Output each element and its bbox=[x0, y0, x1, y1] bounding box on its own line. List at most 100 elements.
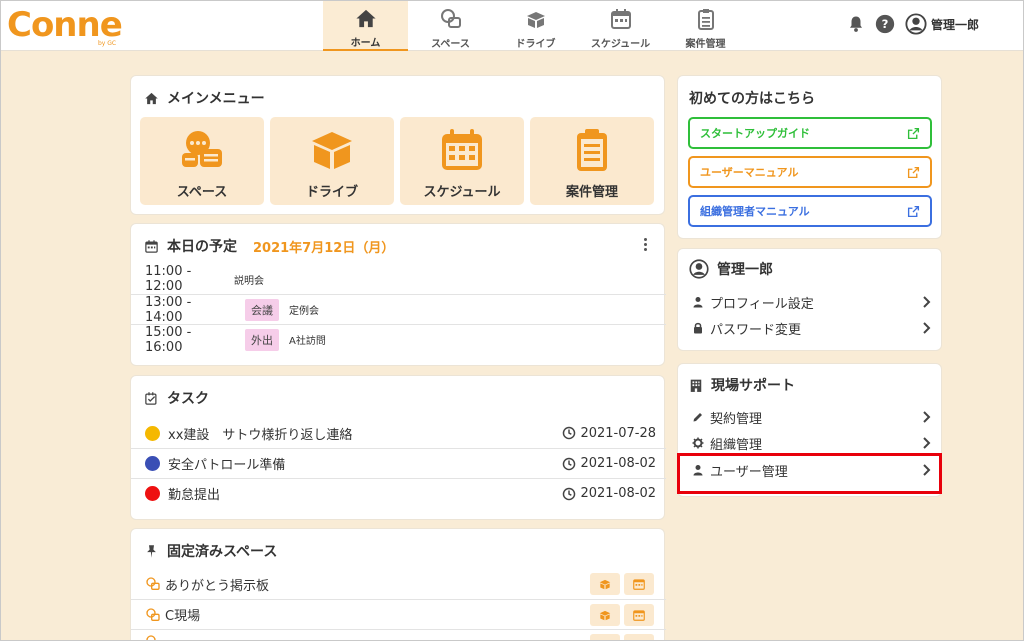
calendar-icon bbox=[633, 579, 645, 590]
profile-title: 管理一郎 bbox=[717, 262, 773, 278]
contract-management-link[interactable]: 契約管理 bbox=[692, 405, 932, 429]
schedule-row[interactable]: 15:00 - 16:00 外出 A社訪問 bbox=[131, 324, 666, 355]
organization-management-link[interactable]: 組織管理 bbox=[692, 431, 932, 455]
nav-drive[interactable]: ドライブ bbox=[493, 1, 578, 51]
task-name: 安全パトロール準備 bbox=[168, 458, 286, 473]
lock-icon bbox=[694, 322, 702, 334]
drive-shortcut-button[interactable] bbox=[590, 573, 620, 595]
conne-logo[interactable]: Conne bbox=[7, 5, 123, 45]
admin-manual-label: 組織管理者マニュアル bbox=[700, 205, 810, 218]
schedule-tag: 会議 bbox=[245, 298, 279, 321]
user-management-link[interactable]: ユーザー管理 bbox=[692, 458, 932, 482]
nav-schedule-label: スケジュール bbox=[590, 39, 651, 50]
nav-home[interactable]: ホーム bbox=[323, 1, 408, 51]
external-link-icon bbox=[907, 166, 920, 178]
drive-box-icon bbox=[599, 610, 611, 620]
first-time-title: 初めての方はこちら bbox=[689, 91, 815, 107]
task-due: 2021-08-02 bbox=[562, 456, 666, 471]
clipboard-icon bbox=[697, 9, 714, 30]
pinned-name: C現場 bbox=[165, 609, 201, 624]
calendar-icon bbox=[633, 609, 645, 621]
home-icon bbox=[145, 92, 158, 104]
schedule-shortcut-button[interactable] bbox=[624, 573, 654, 595]
admin-manual-button[interactable]: 組織管理者マニュアル bbox=[688, 195, 932, 227]
chevron-right-icon bbox=[923, 296, 931, 308]
nav-schedule[interactable]: スケジュール bbox=[578, 1, 663, 51]
startup-guide-button[interactable]: スタートアップガイド bbox=[688, 117, 932, 149]
schedule-row[interactable]: 11:00 - 12:00 説明会 bbox=[131, 264, 666, 294]
task-status-dot bbox=[145, 456, 160, 471]
schedule-title: A社訪問 bbox=[289, 336, 326, 347]
schedule-row[interactable]: 13:00 - 14:00 会議 定例会 bbox=[131, 294, 666, 325]
drive-box-icon bbox=[599, 579, 611, 590]
svg-text:?: ? bbox=[882, 17, 889, 31]
pinned-row[interactable] bbox=[131, 629, 666, 641]
schedule-tag: 外出 bbox=[245, 328, 279, 351]
nav-space[interactable]: スペース bbox=[408, 1, 493, 51]
tile-drive-label: ドライブ bbox=[305, 185, 358, 200]
space-icon bbox=[440, 9, 461, 28]
space-icon bbox=[146, 607, 160, 621]
task-status-dot bbox=[145, 425, 160, 441]
avatar-icon bbox=[689, 259, 709, 279]
pencil-icon bbox=[693, 413, 702, 422]
pinned-name: ありがとう掲示板 bbox=[165, 578, 270, 594]
password-change-link[interactable]: パスワード変更 bbox=[692, 316, 932, 340]
main-menu-card: メインメニュー スペース ドライブ スケジュール 案件管理 bbox=[130, 75, 665, 215]
pinned-spaces-card: 固定済みスペース ありがとう掲示板 C現場 bbox=[130, 528, 666, 641]
clock-icon bbox=[563, 487, 576, 500]
external-link-icon bbox=[907, 205, 920, 217]
tile-schedule[interactable]: スケジュール bbox=[400, 117, 524, 205]
site-support-header: 現場サポート bbox=[689, 375, 795, 395]
person-icon bbox=[693, 465, 703, 476]
help-icon[interactable]: ? bbox=[875, 14, 895, 34]
avatar-icon[interactable] bbox=[905, 13, 927, 35]
site-support-card: 現場サポート 契約管理 組織管理 ユーザー管理 bbox=[677, 363, 942, 497]
person-icon bbox=[693, 297, 703, 308]
task-name: 勤怠提出 bbox=[168, 488, 221, 503]
tile-space[interactable]: スペース bbox=[140, 117, 264, 205]
user-manual-label: ユーザーマニュアル bbox=[700, 166, 799, 179]
task-name: xx建設 サトウ様折り返し連絡 bbox=[168, 427, 353, 443]
tile-projects[interactable]: 案件管理 bbox=[530, 117, 654, 205]
more-vertical-icon[interactable] bbox=[644, 238, 648, 251]
drive-shortcut-button[interactable] bbox=[590, 603, 620, 626]
profile-card: 管理一郎 プロフィール設定 パスワード変更 bbox=[677, 248, 942, 351]
task-row[interactable]: xx建設 サトウ様折り返し連絡 2021-07-28 bbox=[131, 418, 666, 448]
task-due: 2021-07-28 bbox=[562, 426, 666, 441]
drive-box-icon bbox=[312, 132, 352, 169]
task-header: タスク bbox=[144, 388, 209, 408]
space-icon bbox=[146, 577, 160, 590]
schedule-time: 13:00 - 14:00 bbox=[145, 294, 192, 325]
tile-drive[interactable]: ドライブ bbox=[270, 117, 394, 205]
schedule-shortcut-button[interactable] bbox=[624, 634, 654, 641]
menu-tiles: スペース ドライブ スケジュール 案件管理 bbox=[140, 117, 660, 205]
header-user-name[interactable]: 管理一郎 bbox=[931, 16, 979, 33]
profile-settings-link[interactable]: プロフィール設定 bbox=[692, 290, 932, 314]
space-icon bbox=[146, 635, 159, 641]
drive-box-icon bbox=[526, 12, 545, 28]
calendar-icon bbox=[442, 129, 482, 170]
task-row[interactable]: 勤怠提出 2021-08-02 bbox=[131, 478, 666, 508]
nav-projects[interactable]: 案件管理 bbox=[663, 1, 748, 51]
drive-shortcut-button[interactable] bbox=[590, 634, 620, 641]
schedule-title: 説明会 bbox=[234, 275, 264, 287]
nav-drive-label: ドライブ bbox=[515, 39, 556, 50]
pinned-row[interactable]: C現場 bbox=[131, 599, 666, 629]
profile-header: 管理一郎 bbox=[689, 259, 773, 279]
schedule-shortcut-button[interactable] bbox=[624, 603, 654, 626]
profile-settings-label: プロフィール設定 bbox=[710, 296, 814, 312]
today-schedule-card: 本日の予定 2021年7月12日（月） 11:00 - 12:00 説明会 13… bbox=[130, 223, 666, 366]
startup-guide-label: スタートアップガイド bbox=[700, 127, 810, 140]
user-management-label: ユーザー管理 bbox=[710, 464, 788, 480]
tile-projects-label: 案件管理 bbox=[565, 185, 618, 200]
bell-icon[interactable] bbox=[847, 15, 865, 33]
nav-space-label: スペース bbox=[431, 39, 470, 50]
nav-projects-label: 案件管理 bbox=[685, 39, 726, 50]
task-date: 2021-07-28 bbox=[580, 425, 656, 441]
chevron-right-icon bbox=[923, 411, 931, 423]
user-manual-button[interactable]: ユーザーマニュアル bbox=[688, 156, 932, 188]
pinned-row[interactable]: ありがとう掲示板 bbox=[131, 569, 666, 599]
task-row[interactable]: 安全パトロール準備 2021-08-02 bbox=[131, 448, 666, 478]
pinned-title: 固定済みスペース bbox=[167, 544, 278, 560]
